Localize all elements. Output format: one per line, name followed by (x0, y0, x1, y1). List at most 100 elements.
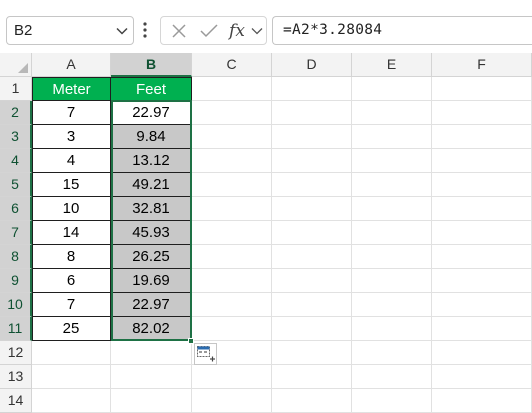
row-header-5[interactable]: 5 (0, 173, 32, 197)
meter-cell[interactable]: 8 (32, 245, 111, 269)
cell-c1[interactable] (192, 77, 272, 101)
row-header-9[interactable]: 9 (0, 269, 32, 293)
cell-f6[interactable] (432, 197, 532, 221)
feet-cell[interactable]: 19.69 (111, 269, 192, 293)
row-header-11[interactable]: 11 (0, 317, 32, 341)
column-header-b[interactable]: B (111, 53, 192, 77)
feet-cell[interactable]: 45.93 (111, 221, 192, 245)
cell-e3[interactable] (352, 125, 432, 149)
cancel-button[interactable] (165, 17, 193, 44)
column-header-d[interactable]: D (272, 53, 352, 77)
feet-cell[interactable]: 9.84 (111, 125, 192, 149)
cell-c8[interactable] (192, 245, 272, 269)
meter-cell[interactable]: 15 (32, 173, 111, 197)
cell-d12[interactable] (272, 341, 352, 365)
cell-f1[interactable] (432, 77, 532, 101)
cell-c13[interactable] (192, 365, 272, 389)
row-header-8[interactable]: 8 (0, 245, 32, 269)
cell-d1[interactable] (272, 77, 352, 101)
cell-e5[interactable] (352, 173, 432, 197)
cell-f12[interactable] (432, 341, 532, 365)
column-header-c[interactable]: C (192, 53, 272, 77)
name-box[interactable]: B2 (6, 16, 134, 45)
cell-e13[interactable] (352, 365, 432, 389)
cell-e10[interactable] (352, 293, 432, 317)
cell-f5[interactable] (432, 173, 532, 197)
cell-b14[interactable] (111, 389, 192, 413)
cell-c11[interactable] (192, 317, 272, 341)
feet-cell[interactable]: 49.21 (111, 173, 192, 197)
meter-cell[interactable]: 14 (32, 221, 111, 245)
cell-b13[interactable] (111, 365, 192, 389)
cell-d2[interactable] (272, 101, 352, 125)
cell-c3[interactable] (192, 125, 272, 149)
cell-e14[interactable] (352, 389, 432, 413)
cell-b12[interactable] (111, 341, 192, 365)
meter-cell[interactable]: 3 (32, 125, 111, 149)
cell-c6[interactable] (192, 197, 272, 221)
meter-cell[interactable]: 6 (32, 269, 111, 293)
feet-cell[interactable]: 32.81 (111, 197, 192, 221)
cell-e4[interactable] (352, 149, 432, 173)
cell-c2[interactable] (192, 101, 272, 125)
meter-cell[interactable]: 25 (32, 317, 111, 341)
cell-d3[interactable] (272, 125, 352, 149)
feet-cell[interactable]: 82.02 (111, 317, 192, 341)
cell-d14[interactable] (272, 389, 352, 413)
row-header-7[interactable]: 7 (0, 221, 32, 245)
cell-d13[interactable] (272, 365, 352, 389)
function-dropdown-button[interactable] (249, 17, 265, 44)
row-header-12[interactable]: 12 (0, 341, 32, 365)
column-header-e[interactable]: E (352, 53, 432, 77)
cell-f2[interactable] (432, 101, 532, 125)
meter-cell[interactable]: 7 (32, 101, 111, 125)
cell-c14[interactable] (192, 389, 272, 413)
more-options-icon[interactable] (143, 22, 147, 38)
row-header-4[interactable]: 4 (0, 149, 32, 173)
cell-e1[interactable] (352, 77, 432, 101)
meter-cell[interactable]: 10 (32, 197, 111, 221)
feet-cell[interactable]: 26.25 (111, 245, 192, 269)
cell-c4[interactable] (192, 149, 272, 173)
meter-cell[interactable]: 7 (32, 293, 111, 317)
row-header-2[interactable]: 2 (0, 101, 32, 125)
cell-f9[interactable] (432, 269, 532, 293)
cell-f7[interactable] (432, 221, 532, 245)
formula-input[interactable]: =A2*3.28084 (272, 16, 532, 45)
cell-e2[interactable] (352, 101, 432, 125)
cell-c5[interactable] (192, 173, 272, 197)
table-header-feet[interactable]: Feet (111, 77, 192, 101)
row-header-14[interactable]: 14 (0, 389, 32, 413)
cell-d11[interactable] (272, 317, 352, 341)
cell-f4[interactable] (432, 149, 532, 173)
cell-d8[interactable] (272, 245, 352, 269)
column-header-a[interactable]: A (32, 53, 111, 77)
meter-cell[interactable]: 4 (32, 149, 111, 173)
cell-d5[interactable] (272, 173, 352, 197)
chevron-down-icon[interactable] (116, 25, 128, 37)
cell-d10[interactable] (272, 293, 352, 317)
cell-f13[interactable] (432, 365, 532, 389)
cell-f11[interactable] (432, 317, 532, 341)
cell-d9[interactable] (272, 269, 352, 293)
row-header-13[interactable]: 13 (0, 365, 32, 389)
cell-d6[interactable] (272, 197, 352, 221)
select-all-button[interactable] (0, 53, 32, 77)
cell-f14[interactable] (432, 389, 532, 413)
cell-f10[interactable] (432, 293, 532, 317)
cell-e7[interactable] (352, 221, 432, 245)
cell-c7[interactable] (192, 221, 272, 245)
insert-function-button[interactable]: fx (225, 17, 249, 44)
cell-e9[interactable] (352, 269, 432, 293)
cell-a12[interactable] (32, 341, 111, 365)
row-header-6[interactable]: 6 (0, 197, 32, 221)
feet-cell[interactable]: 13.12 (111, 149, 192, 173)
feet-cell[interactable]: 22.97 (111, 293, 192, 317)
cell-d7[interactable] (272, 221, 352, 245)
cell-e11[interactable] (352, 317, 432, 341)
feet-cell[interactable]: 22.97 (111, 101, 192, 125)
cell-d4[interactable] (272, 149, 352, 173)
row-header-3[interactable]: 3 (0, 125, 32, 149)
cell-a13[interactable] (32, 365, 111, 389)
table-header-meter[interactable]: Meter (32, 77, 111, 101)
